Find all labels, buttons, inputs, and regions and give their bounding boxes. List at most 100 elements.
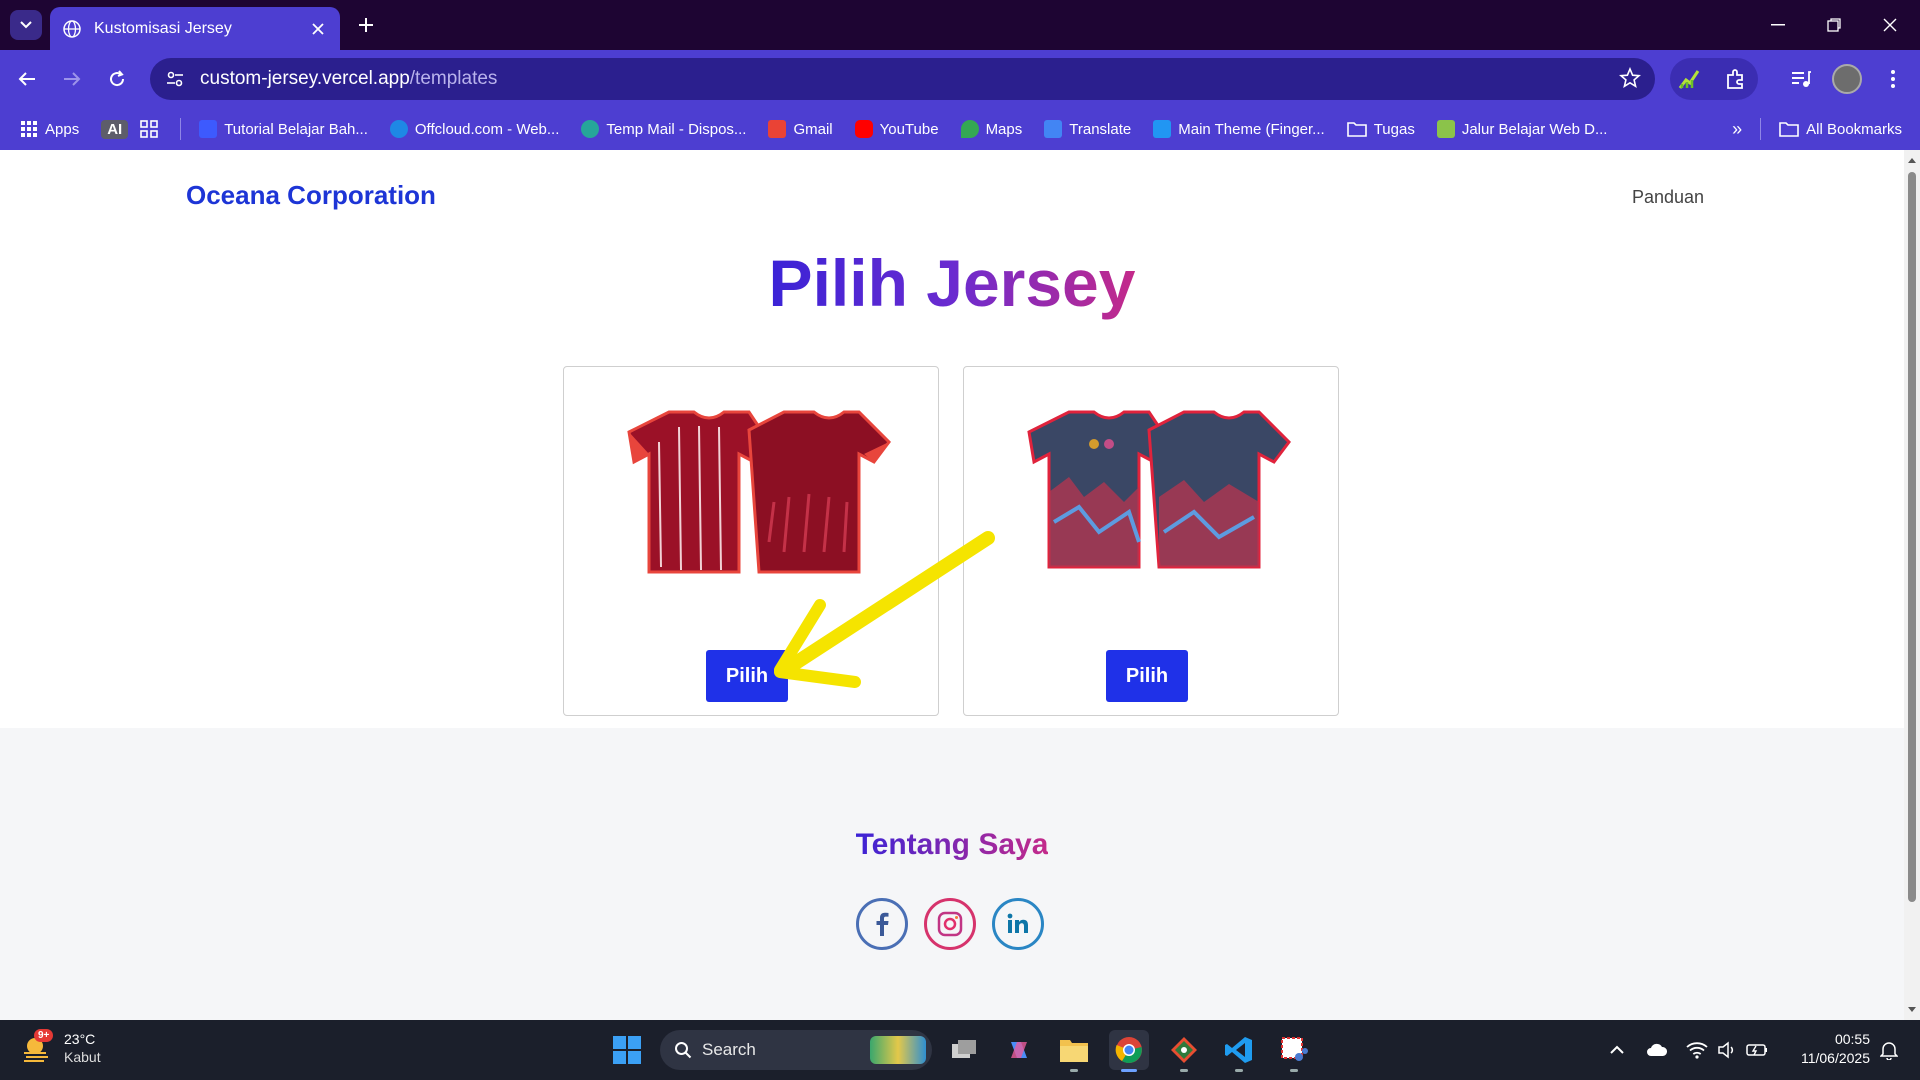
onedrive-button[interactable] xyxy=(1642,1030,1672,1070)
system-clock[interactable]: 00:55 11/06/2025 xyxy=(1780,1030,1870,1068)
star-icon xyxy=(1619,66,1641,89)
reload-icon xyxy=(110,70,125,87)
site-info-button[interactable] xyxy=(162,66,188,92)
grid-icon xyxy=(140,120,159,138)
close-window-button[interactable] xyxy=(1862,0,1918,50)
scrollbar-thumb[interactable] xyxy=(1908,172,1916,902)
all-bookmarks-button[interactable]: All Bookmarks xyxy=(1779,121,1902,138)
footer-title-text: Tentang Saya xyxy=(855,828,1049,861)
media-button[interactable] xyxy=(1784,62,1818,96)
browser-menu-button[interactable] xyxy=(1876,62,1910,96)
battery-button[interactable] xyxy=(1742,1030,1772,1070)
linkedin-link[interactable] xyxy=(992,898,1044,950)
start-button[interactable] xyxy=(612,1035,642,1070)
windows-logo-icon xyxy=(613,1036,641,1064)
weather-icon: 9+ xyxy=(20,1029,54,1065)
bookmark-separator xyxy=(1760,118,1762,140)
profile-avatar[interactable] xyxy=(1832,64,1862,94)
bookmark-maps[interactable]: Maps xyxy=(960,120,1022,138)
search-highlight-image xyxy=(870,1036,926,1064)
bookmark-apps[interactable]: Apps xyxy=(20,120,79,138)
minimize-button[interactable] xyxy=(1750,0,1806,50)
bookmark-ai[interactable]: AI xyxy=(101,119,129,139)
url-path: /templates xyxy=(409,68,498,89)
extension-button[interactable] xyxy=(1672,62,1706,96)
bookmark-label: AI xyxy=(107,120,123,138)
bookmarks-bar: Apps AI Tutorial Belajar Bah... Offcloud… xyxy=(0,108,1920,150)
new-tab-button[interactable] xyxy=(352,11,380,39)
scroll-up-icon[interactable] xyxy=(1904,154,1920,166)
bookmark-separator xyxy=(180,118,182,140)
running-indicator xyxy=(1290,1069,1298,1072)
page-scrollbar[interactable] xyxy=(1904,150,1920,1020)
bookmark-gmail[interactable]: Gmail xyxy=(768,120,833,138)
search-icon xyxy=(675,1042,692,1059)
notifications-button[interactable] xyxy=(1874,1030,1904,1070)
facebook-link[interactable] xyxy=(856,898,908,950)
chrome-button[interactable] xyxy=(1109,1030,1149,1072)
folder-icon xyxy=(1346,122,1367,137)
back-button[interactable] xyxy=(10,62,44,96)
file-explorer-button[interactable] xyxy=(1054,1030,1094,1072)
git-diamond-icon xyxy=(1171,1037,1197,1063)
bookmark-tugas[interactable]: Tugas xyxy=(1346,121,1415,138)
brand-logo[interactable]: Oceana Corporation xyxy=(186,180,436,211)
running-indicator xyxy=(1070,1069,1078,1072)
address-bar[interactable]: custom-jersey.vercel.app/templates xyxy=(150,58,1655,100)
page-title: Pilih Jersey xyxy=(0,245,1904,321)
copilot-button[interactable] xyxy=(999,1030,1039,1070)
close-icon xyxy=(1883,18,1897,32)
bookmark-temp-mail[interactable]: Temp Mail - Dispos... xyxy=(581,120,746,138)
vscode-icon xyxy=(1225,1037,1252,1063)
signal-extension-icon xyxy=(1678,70,1700,89)
bookmark-grid[interactable] xyxy=(140,120,159,138)
weather-widget[interactable]: 9+ 23°C Kabut xyxy=(20,1029,101,1066)
restore-icon xyxy=(1827,18,1841,32)
bookmark-youtube[interactable]: YouTube xyxy=(854,120,939,138)
bookmark-jalur-belajar[interactable]: Jalur Belajar Web D... xyxy=(1436,120,1607,138)
tutorial-favicon-icon xyxy=(199,120,218,138)
task-view-button[interactable] xyxy=(944,1030,984,1070)
arrow-left-icon xyxy=(18,72,35,86)
weather-condition: Kabut xyxy=(64,1049,101,1065)
reload-button[interactable] xyxy=(100,62,134,96)
instagram-link[interactable] xyxy=(924,898,976,950)
taskbar-search[interactable]: Search xyxy=(660,1030,932,1070)
footer-title: Tentang Saya xyxy=(0,828,1904,862)
extensions-menu-button[interactable] xyxy=(1719,62,1753,96)
nav-link-panduan[interactable]: Panduan xyxy=(1632,187,1704,208)
close-icon xyxy=(312,22,324,35)
bookmark-main-theme[interactable]: Main Theme (Finger... xyxy=(1153,120,1325,138)
instagram-icon xyxy=(937,911,963,937)
folder-icon xyxy=(1779,122,1799,137)
vscode-button[interactable] xyxy=(1219,1030,1259,1072)
active-tab[interactable]: Kustomisasi Jersey xyxy=(50,7,340,50)
more-bookmarks-button[interactable]: » xyxy=(1732,119,1742,140)
snipping-tool-icon xyxy=(1281,1037,1308,1061)
tab-close-button[interactable] xyxy=(308,19,328,39)
tab-search-button[interactable] xyxy=(10,10,42,40)
wifi-button[interactable] xyxy=(1682,1030,1712,1070)
tray-overflow-button[interactable] xyxy=(1602,1030,1632,1070)
tab-strip: Kustomisasi Jersey xyxy=(0,0,1920,50)
pick-button-jersey-2[interactable]: Pilih xyxy=(1106,650,1188,702)
plus-icon xyxy=(359,18,373,32)
bookmark-tutorial[interactable]: Tutorial Belajar Bah... xyxy=(199,120,368,138)
bookmark-translate[interactable]: Translate xyxy=(1044,120,1131,138)
bookmark-offcloud[interactable]: Offcloud.com - Web... xyxy=(389,120,559,138)
restore-button[interactable] xyxy=(1806,0,1862,50)
snipping-tool-button[interactable] xyxy=(1274,1030,1314,1072)
minimize-icon xyxy=(1771,24,1785,26)
volume-button[interactable] xyxy=(1712,1030,1742,1070)
social-links xyxy=(856,898,1044,950)
figma-favicon-icon xyxy=(1153,120,1172,138)
git-app-button[interactable] xyxy=(1164,1030,1204,1072)
scroll-down-icon[interactable] xyxy=(1904,1004,1920,1016)
footer-section: Tentang Saya xyxy=(0,728,1904,1020)
temp-mail-favicon-icon xyxy=(581,120,600,138)
windows-taskbar: 9+ 23°C Kabut Search 00:55 11/06/2025 xyxy=(0,1020,1920,1080)
forward-button[interactable] xyxy=(55,62,89,96)
chevron-down-icon xyxy=(20,21,32,29)
bookmark-star-button[interactable] xyxy=(1619,66,1641,95)
copilot-icon xyxy=(1011,1042,1027,1058)
